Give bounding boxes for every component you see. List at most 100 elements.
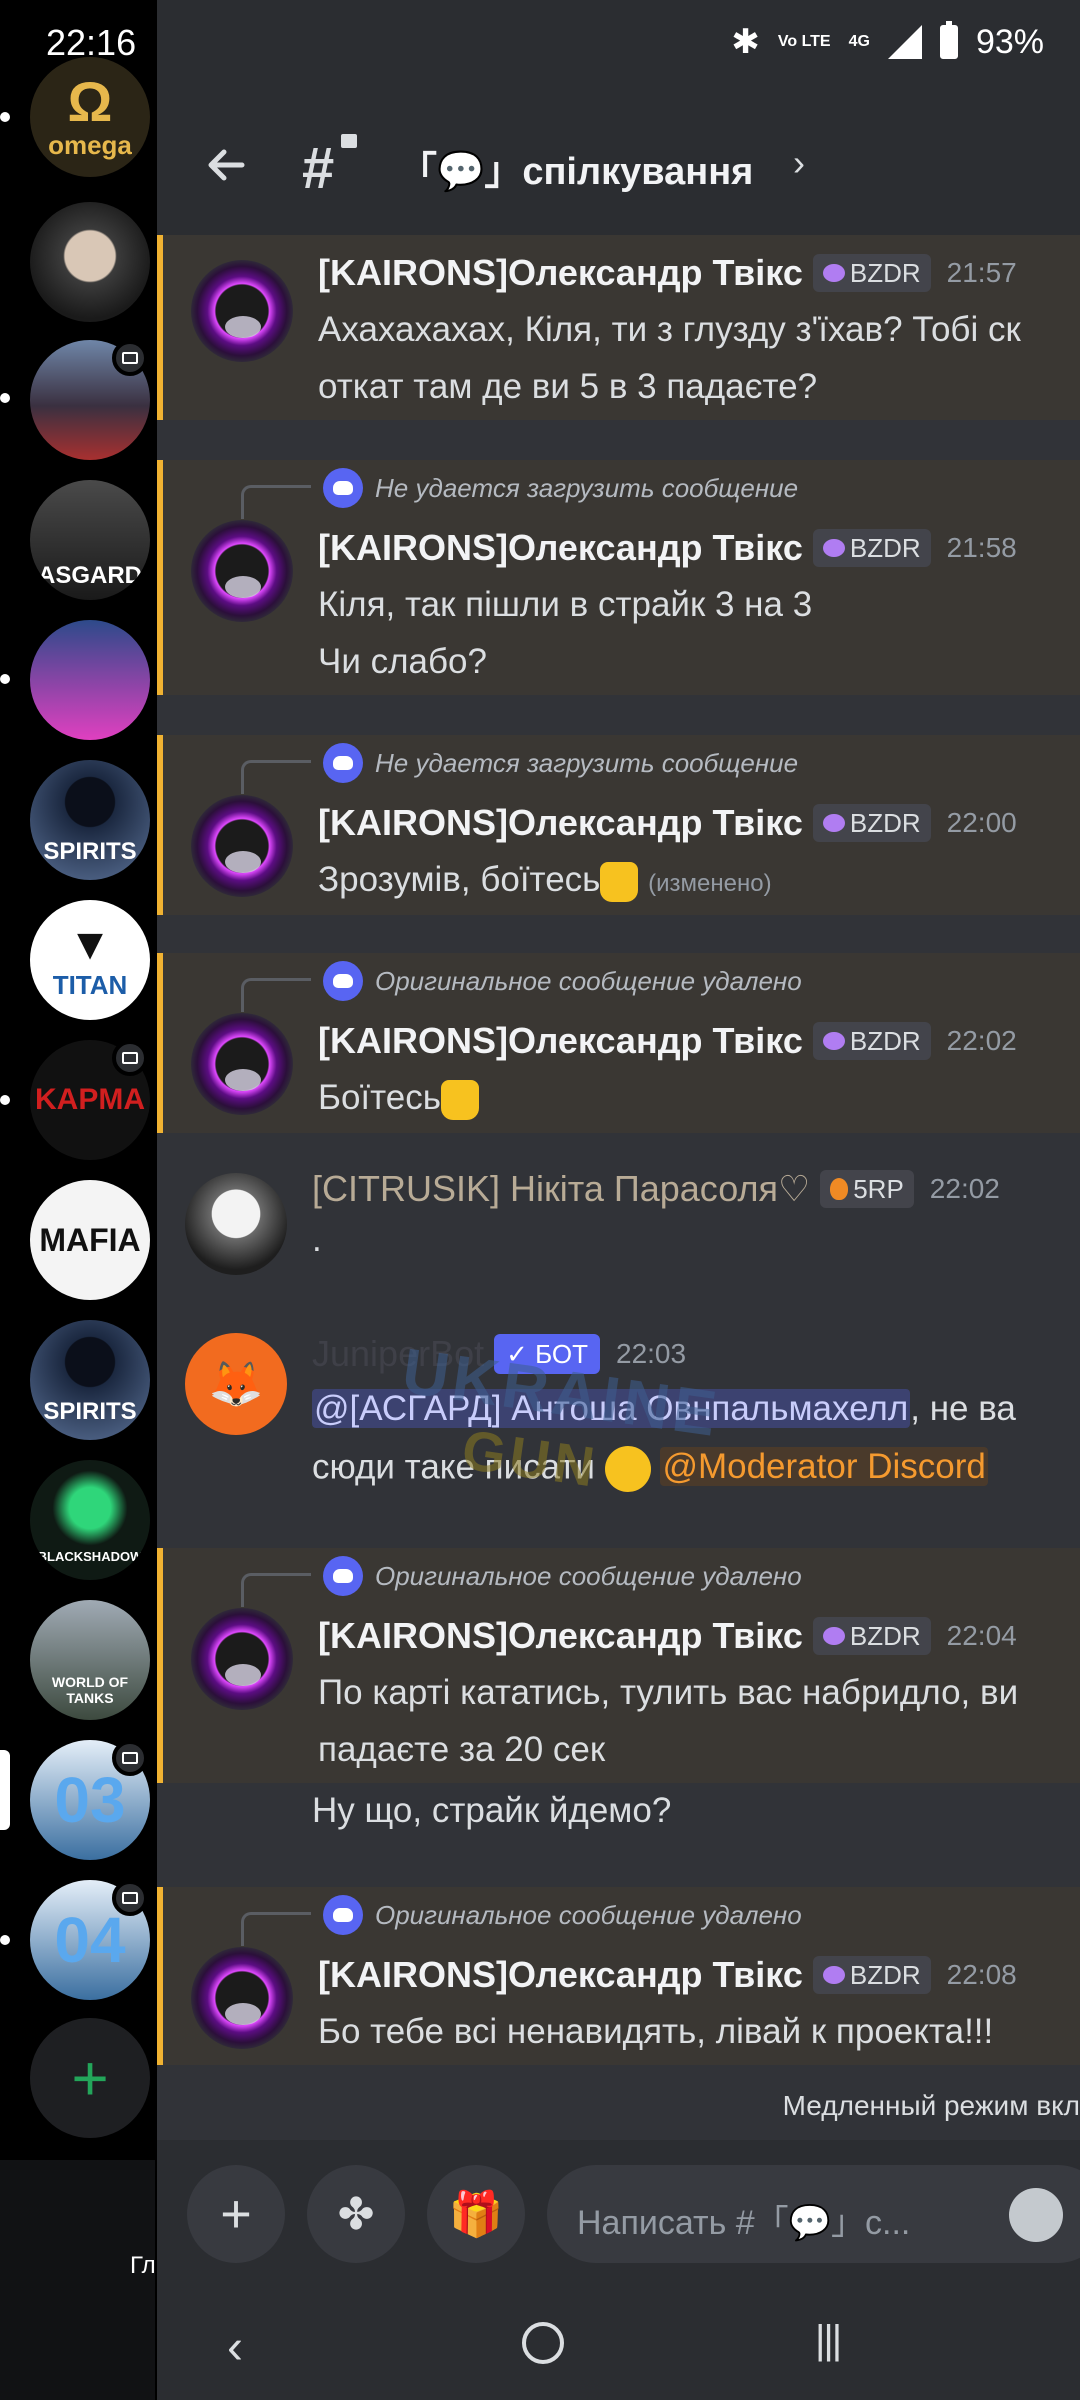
message-header: [KAIRONS]Олександр Твікс BZDR 22:00 <box>318 802 1017 844</box>
server-blackshadow[interactable]: BLACKSHADOW <box>30 1460 150 1580</box>
timestamp: 22:04 <box>946 1620 1017 1651</box>
bottom-left-panel: Гл <box>0 2160 156 2400</box>
message-input[interactable]: Написать #「💬」с... <box>547 2165 1080 2263</box>
bluetooth-icon: ✱ <box>731 23 760 61</box>
server-spirits-1[interactable]: SPIRITS <box>30 760 150 880</box>
discord-icon <box>323 468 363 508</box>
guild-tag[interactable]: BZDR <box>812 1617 931 1655</box>
message-header: [KAIRONS]Олександр Твікс BZDR 21:58 <box>318 527 1017 569</box>
reply-connector <box>241 485 311 519</box>
nav-home-icon[interactable] <box>522 2322 564 2364</box>
apps-button[interactable]: ✤ <box>307 2165 405 2263</box>
guild-tag[interactable]: BZDR <box>812 1022 931 1060</box>
guild-tag[interactable]: 5RP <box>820 1170 914 1208</box>
message-text: откат там де ви 5 в 3 падаєте? <box>318 367 818 406</box>
avatar[interactable] <box>191 1013 293 1115</box>
signal-icon <box>887 25 922 59</box>
message-text: Ну що, страйк йдемо? <box>312 1791 672 1830</box>
back-arrow-icon[interactable] <box>202 140 252 190</box>
message-header: [KAIRONS]Олександр Твікс BZDR 22:02 <box>318 1020 1017 1062</box>
author-name[interactable]: [KAIRONS]Олександр Твікс <box>318 1954 803 1996</box>
nav-recents-icon[interactable]: ||| <box>815 2318 842 2363</box>
unread-dot <box>0 1095 10 1105</box>
avatar[interactable] <box>191 1947 293 2049</box>
message-item[interactable]: Не удается загрузить сообщение [KAIRONS]… <box>157 735 1080 915</box>
server-bezdelnik[interactable] <box>30 620 150 740</box>
avatar[interactable] <box>191 520 293 622</box>
composer-bar: + ✤ 🎁 Написать #「💬」с... <box>157 2140 1080 2290</box>
thumbs-down-icon <box>441 1079 479 1120</box>
chevron-right-icon[interactable]: › <box>793 142 805 184</box>
message-text: Боїтесь <box>318 1078 479 1120</box>
guild-tag[interactable]: BZDR <box>812 1956 931 1994</box>
server-worldoftanks[interactable]: WORLD OF TANKS <box>30 1600 150 1720</box>
emoji-picker-icon[interactable] <box>1009 2188 1063 2242</box>
android-nav-bar: ‹ ||| <box>157 2290 1080 2400</box>
avatar[interactable] <box>191 795 293 897</box>
attach-button[interactable]: + <box>187 2165 285 2263</box>
gem-icon <box>822 1627 845 1645</box>
unread-dot <box>0 674 10 684</box>
unread-dot <box>0 1935 10 1945</box>
server-titan[interactable]: ▼ TITAN <box>30 900 150 1020</box>
author-name[interactable]: [KAIRONS]Олександр Твікс <box>318 1615 803 1657</box>
message-item[interactable]: Не удается загрузить сообщение [KAIRONS]… <box>157 460 1080 695</box>
gem-icon <box>822 1966 845 1984</box>
slowmode-notice: Медленный режим вкл <box>782 2090 1080 2121</box>
message-item[interactable]: Ну що, страйк йдемо? <box>157 1783 1080 1853</box>
gem-icon <box>822 264 845 282</box>
message-text: Кіля, так пішли в страйк 3 на 3 <box>318 585 813 624</box>
nav-back-icon[interactable]: ‹ <box>227 2320 243 2375</box>
message-text: По карті кататись, тулить вас набридло, … <box>318 1673 1019 1712</box>
reply-reference[interactable]: Оригинальное сообщение удалено <box>323 961 802 1001</box>
server-spirits-2[interactable]: SPIRITS <box>30 1320 150 1440</box>
guild-tag[interactable]: BZDR <box>812 804 931 842</box>
battery-icon <box>939 21 958 59</box>
guild-tag[interactable]: BZDR <box>812 254 931 292</box>
gem-icon <box>822 539 845 557</box>
message-text: Зрозумів, боїтесь (изменено) <box>318 860 772 902</box>
guild-tag[interactable]: BZDR <box>812 529 931 567</box>
status-bar: 22:16 ✱ Vo LTE 4G 93% <box>0 0 1080 92</box>
message-item[interactable]: Оригинальное сообщение удалено [KAIRONS]… <box>157 953 1080 1133</box>
discord-icon <box>323 1556 363 1596</box>
add-server-button[interactable]: + <box>30 2018 150 2138</box>
message-list: [KAIRONS]Олександр Твікс BZDR 21:57 Ахах… <box>157 235 1080 2145</box>
message-text: Чи слабо? <box>318 642 487 681</box>
message-item[interactable]: Оригинальное сообщение удалено [KAIRONS]… <box>157 1887 1080 2065</box>
message-text: Ахахахахах, Кіля, ти з глузду з'їхав? То… <box>318 310 1021 349</box>
server-face[interactable] <box>30 202 150 322</box>
edited-label: (изменено) <box>648 870 772 897</box>
reply-reference[interactable]: Оригинальное сообщение удалено <box>323 1556 802 1596</box>
author-name[interactable]: [CITRUSIK] Нікіта Парасоля♡ <box>312 1168 810 1210</box>
fox-icon: 🦊 <box>208 1360 264 1409</box>
server-asgard[interactable]: ASGARD <box>30 480 150 600</box>
message-header: [KAIRONS]Олександр Твікс BZDR 22:08 <box>318 1954 1017 1996</box>
channel-name[interactable]: 「💬」спілкування <box>399 140 753 195</box>
reply-reference[interactable]: Не удается загрузить сообщение <box>323 468 798 508</box>
thumbs-down-icon <box>600 861 639 902</box>
author-name[interactable]: [KAIRONS]Олександр Твікс <box>318 527 803 569</box>
author-name[interactable]: [KAIRONS]Олександр Твікс <box>318 252 803 294</box>
message-item[interactable]: Оригинальное сообщение удалено [KAIRONS]… <box>157 1548 1080 1783</box>
author-name[interactable]: [KAIRONS]Олександр Твікс <box>318 1020 803 1062</box>
server-mafia[interactable]: MAFIA <box>30 1180 150 1300</box>
reply-reference[interactable]: Не удается загрузить сообщение <box>323 743 798 783</box>
avatar[interactable] <box>191 1608 293 1710</box>
author-name[interactable]: [KAIRONS]Олександр Твікс <box>318 802 803 844</box>
message-header: [CITRUSIK] Нікіта Парасоля♡ 5RP 22:02 <box>312 1168 1000 1210</box>
reply-connector <box>241 1573 311 1607</box>
message-item[interactable]: [CITRUSIK] Нікіта Парасоля♡ 5RP 22:02 . <box>157 1165 1080 1305</box>
avatar[interactable] <box>191 260 293 362</box>
avatar[interactable]: 🦊 <box>185 1333 287 1435</box>
reply-reference[interactable]: Оригинальное сообщение удалено <box>323 1895 802 1935</box>
gift-icon: 🎁 <box>448 2190 504 2239</box>
gem-icon <box>822 814 845 832</box>
timestamp: 22:02 <box>929 1173 1000 1204</box>
gift-button[interactable]: 🎁 <box>427 2165 525 2263</box>
message-item[interactable]: [KAIRONS]Олександр Твікс BZDR 21:57 Ахах… <box>157 235 1080 420</box>
reply-connector <box>241 978 311 1012</box>
avatar[interactable] <box>185 1173 287 1275</box>
message-text: Бо тебе всі ненавидять, лівай к проекта!… <box>318 2012 994 2051</box>
locked-channel-icon: # <box>302 136 335 201</box>
